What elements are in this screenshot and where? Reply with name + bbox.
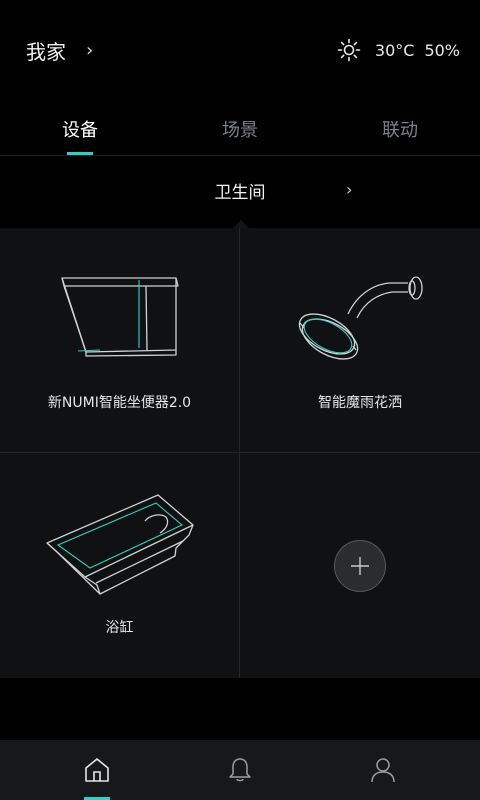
bell-icon <box>229 758 251 782</box>
toilet-icon <box>61 277 179 357</box>
user-icon <box>371 758 395 783</box>
temperature-value: 30°C <box>374 40 415 60</box>
bottom-navigation <box>0 740 480 800</box>
header: 我家 › 30°C 50% <box>0 0 480 100</box>
nav-notifications[interactable] <box>226 756 254 784</box>
bathtub-icon <box>46 494 194 595</box>
room-name: 卫生间 <box>214 183 266 203</box>
room-selector[interactable]: 卫生间 › <box>0 156 480 229</box>
tab-devices[interactable]: 设备 <box>0 116 160 142</box>
device-label: 新NUMI智能坐便器2.0 <box>47 395 192 411</box>
weather-info: 30°C 50% <box>337 38 460 62</box>
add-device-card[interactable] <box>240 453 480 678</box>
add-device-button[interactable] <box>334 540 386 592</box>
tab-scenes[interactable]: 场景 <box>160 116 320 142</box>
plus-icon <box>351 557 369 575</box>
sun-icon <box>337 38 361 62</box>
home-selector[interactable]: 我家 › <box>26 36 93 65</box>
shower-head-icon <box>298 276 423 360</box>
tab-bar: 设备 场景 联动 <box>0 100 480 156</box>
device-card-toilet[interactable]: 新NUMI智能坐便器2.0 <box>0 228 240 453</box>
device-label: 智能魔雨花洒 <box>318 395 402 411</box>
device-card-bathtub[interactable]: 浴缸 <box>0 453 240 678</box>
nav-profile[interactable] <box>369 756 397 784</box>
device-label: 浴缸 <box>105 620 134 636</box>
humidity-value: 50% <box>424 40 460 60</box>
device-grid: 新NUMI智能坐便器2.0 智能魔雨花洒 浴缸 <box>0 228 480 678</box>
tab-automation[interactable]: 联动 <box>320 116 480 142</box>
home-title: 我家 <box>26 40 66 64</box>
nav-home[interactable] <box>83 756 111 784</box>
active-tab-indicator <box>67 152 93 155</box>
chevron-right-icon: › <box>86 40 94 61</box>
home-icon <box>85 758 109 782</box>
device-card-shower[interactable]: 智能魔雨花洒 <box>240 228 480 453</box>
chevron-right-icon: › <box>346 180 353 199</box>
